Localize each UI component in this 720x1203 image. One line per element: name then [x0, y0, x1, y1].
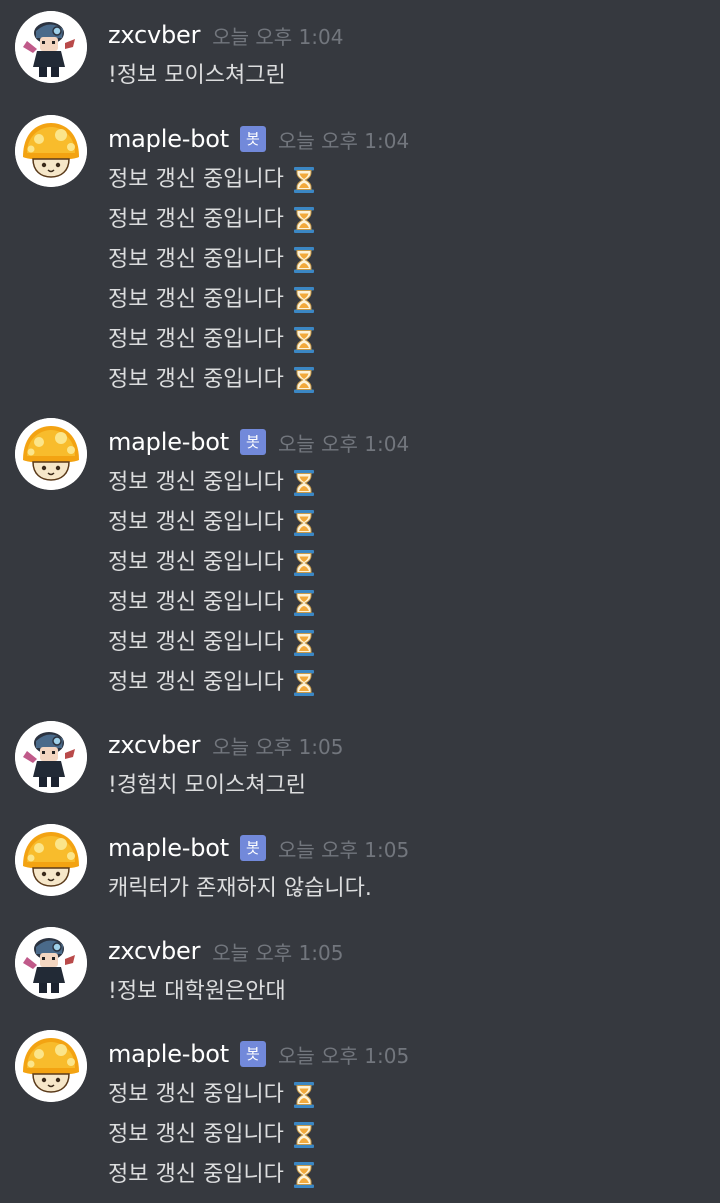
timestamp[interactable]: 오늘 오후 1:04 [278, 428, 409, 457]
message-text: 정보 갱신 중입니다 [108, 550, 284, 575]
message-line: 정보 갱신 중입니다 [108, 320, 315, 360]
username[interactable]: zxcvber [108, 731, 200, 759]
hourglass-icon [293, 246, 315, 274]
username[interactable]: maple-bot [108, 428, 229, 456]
message-text: !정보 모이스쳐그린 [108, 63, 286, 88]
message-text: 정보 갱신 중입니다 [108, 1162, 284, 1187]
bot-badge: 봇 [239, 1041, 266, 1067]
message-text: 정보 갱신 중입니다 [108, 670, 284, 695]
timestamp[interactable]: 오늘 오후 1:05 [278, 834, 409, 863]
hourglass-icon [293, 286, 315, 314]
timestamp[interactable]: 오늘 오후 1:05 [278, 1040, 409, 1069]
message-header: maple-bot 봇 오늘 오후 1:05 [108, 832, 409, 864]
hourglass-icon [293, 1121, 315, 1149]
character-avatar[interactable] [15, 721, 87, 793]
message-header: zxcvber 오늘 오후 1:05 [108, 729, 343, 761]
hourglass-icon [293, 589, 315, 617]
hourglass-icon [293, 326, 315, 354]
message-content: !경험치 모이스쳐그린 [108, 766, 306, 806]
message-line: !정보 모이스쳐그린 [108, 56, 286, 96]
username[interactable]: maple-bot [108, 834, 229, 862]
message-header: zxcvber 오늘 오후 1:05 [108, 935, 343, 967]
message-text: 정보 갱신 중입니다 [108, 287, 284, 312]
message-line: !경험치 모이스쳐그린 [108, 766, 306, 806]
message-header: zxcvber 오늘 오후 1:04 [108, 19, 343, 51]
message-header: maple-bot 봇 오늘 오후 1:05 [108, 1038, 409, 1070]
message-line: 정보 갱신 중입니다 [108, 280, 315, 320]
username[interactable]: maple-bot [108, 1040, 229, 1068]
message-line: 캐릭터가 존재하지 않습니다. [108, 869, 372, 909]
message-text: 정보 갱신 중입니다 [108, 590, 284, 615]
message-text: 정보 갱신 중입니다 [108, 167, 284, 192]
message-header: maple-bot 봇 오늘 오후 1:04 [108, 426, 409, 458]
message-text: 정보 갱신 중입니다 [108, 1082, 284, 1107]
hourglass-icon [293, 509, 315, 537]
message-text: 정보 갱신 중입니다 [108, 510, 284, 535]
message-line: 정보 갱신 중입니다 [108, 1115, 315, 1155]
message-text: 정보 갱신 중입니다 [108, 1122, 284, 1147]
message-content: 정보 갱신 중입니다 정보 갱신 중입니다 정보 갱신 중입니다 정보 갱신 중… [108, 160, 315, 400]
hourglass-icon [293, 629, 315, 657]
message-line: 정보 갱신 중입니다 [108, 663, 315, 703]
message-text: !정보 대학원은안대 [108, 979, 286, 1004]
message-line: 정보 갱신 중입니다 [108, 543, 315, 583]
mushroom-avatar[interactable] [15, 418, 87, 490]
hourglass-icon [293, 469, 315, 497]
character-avatar[interactable] [15, 11, 87, 83]
message-content: !정보 대학원은안대 [108, 972, 286, 1012]
message-line: 정보 갱신 중입니다 [108, 240, 315, 280]
message-content: 캐릭터가 존재하지 않습니다. [108, 869, 372, 909]
hourglass-icon [293, 366, 315, 394]
message-content: 정보 갱신 중입니다 정보 갱신 중입니다 정보 갱신 중입니다 정보 갱신 중… [108, 463, 315, 703]
timestamp[interactable]: 오늘 오후 1:04 [278, 125, 409, 154]
message-text: 정보 갱신 중입니다 [108, 247, 284, 272]
chat-message-list[interactable]: zxcvber 오늘 오후 1:04 !정보 모이스쳐그린 maple-bot 봇 오늘… [0, 0, 720, 1203]
hourglass-icon [293, 166, 315, 194]
message-line: 정보 갱신 중입니다 [108, 1075, 315, 1115]
message-line: 정보 갱신 중입니다 [108, 360, 315, 400]
timestamp[interactable]: 오늘 오후 1:05 [212, 731, 343, 760]
message-line: 정보 갱신 중입니다 [108, 463, 315, 503]
hourglass-icon [293, 669, 315, 697]
message-line: 정보 갱신 중입니다 [108, 583, 315, 623]
message-line: !정보 대학원은안대 [108, 972, 286, 1012]
message-line: 정보 갱신 중입니다 [108, 623, 315, 663]
message-header: maple-bot 봇 오늘 오후 1:04 [108, 123, 409, 155]
message-line: 정보 갱신 중입니다 [108, 160, 315, 200]
message-text: 정보 갱신 중입니다 [108, 470, 284, 495]
message-text: 정보 갱신 중입니다 [108, 327, 284, 352]
message-line: 정보 갱신 중입니다 [108, 200, 315, 240]
mushroom-avatar[interactable] [15, 1030, 87, 1102]
message-text: 정보 갱신 중입니다 [108, 207, 284, 232]
message-line: 정보 갱신 중입니다 [108, 503, 315, 543]
hourglass-icon [293, 1161, 315, 1189]
hourglass-icon [293, 206, 315, 234]
message-line: 정보 갱신 중입니다 [108, 1155, 315, 1195]
message-text: 정보 갱신 중입니다 [108, 367, 284, 392]
mushroom-avatar[interactable] [15, 824, 87, 896]
bot-badge: 봇 [239, 126, 266, 152]
hourglass-icon [293, 549, 315, 577]
timestamp[interactable]: 오늘 오후 1:04 [212, 21, 343, 50]
message-text: 캐릭터가 존재하지 않습니다. [108, 876, 372, 901]
username[interactable]: zxcvber [108, 937, 200, 965]
timestamp[interactable]: 오늘 오후 1:05 [212, 937, 343, 966]
username[interactable]: maple-bot [108, 125, 229, 153]
character-avatar[interactable] [15, 927, 87, 999]
username[interactable]: zxcvber [108, 21, 200, 49]
mushroom-avatar[interactable] [15, 115, 87, 187]
hourglass-icon [293, 1081, 315, 1109]
bot-badge: 봇 [239, 429, 266, 455]
bot-badge: 봇 [239, 835, 266, 861]
message-text: 정보 갱신 중입니다 [108, 630, 284, 655]
message-content: 정보 갱신 중입니다 정보 갱신 중입니다 정보 갱신 중입니다 [108, 1075, 315, 1195]
message-content: !정보 모이스쳐그린 [108, 56, 286, 96]
message-text: !경험치 모이스쳐그린 [108, 773, 306, 798]
